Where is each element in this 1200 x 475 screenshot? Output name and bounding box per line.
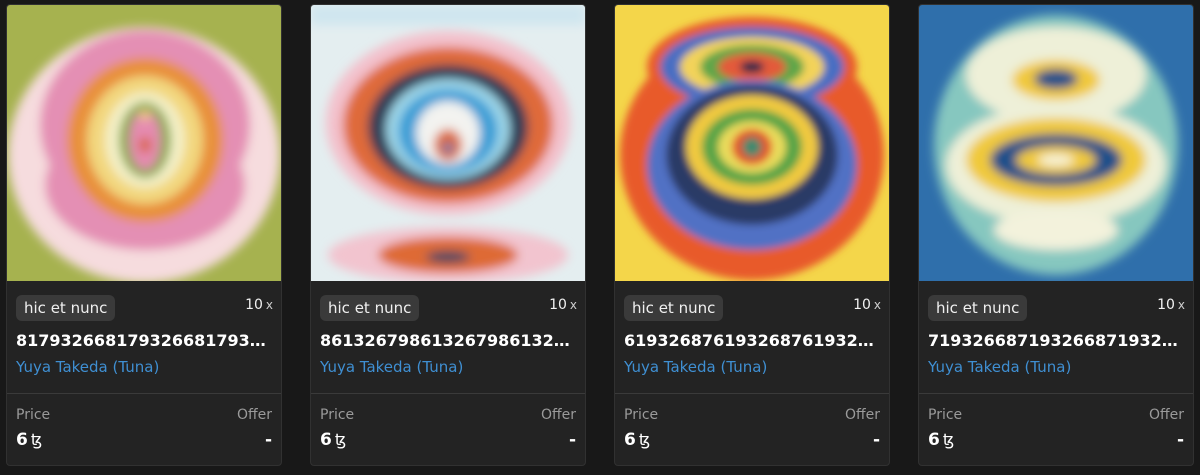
editions-number: 10 <box>853 297 871 313</box>
artwork-title[interactable]: 8613267986132679861326... <box>320 331 578 350</box>
artwork-card[interactable]: hic et nunc 10 x 8179326681793266817932..… <box>6 4 282 466</box>
price-value: 6ꜩ <box>16 430 42 450</box>
price-label: Price <box>16 407 51 423</box>
artwork-image-graphic <box>7 5 281 281</box>
artist-link[interactable]: Yuya Takeda (Tuna) <box>928 358 1071 376</box>
editions-count: 10 x <box>853 297 881 313</box>
offer-value: - <box>1176 430 1184 450</box>
editions-number: 10 <box>1157 297 1175 313</box>
artist-link[interactable]: Yuya Takeda (Tuna) <box>624 358 767 376</box>
artist-link[interactable]: Yuya Takeda (Tuna) <box>16 358 159 376</box>
artwork-title[interactable]: 6193268761932687619326... <box>624 331 882 350</box>
editions-count: 10 x <box>1157 297 1185 313</box>
price-amount: 6 <box>624 430 636 450</box>
offer-label: Offer <box>236 407 272 423</box>
editions-suffix: x <box>1177 298 1185 312</box>
artwork-image-graphic <box>311 5 585 281</box>
artwork-image-graphic <box>615 5 889 281</box>
artwork-card[interactable]: hic et nunc 10 x 6193268761932687619326..… <box>614 4 890 466</box>
editions-number: 10 <box>245 297 263 313</box>
card-footer: Price Offer 6ꜩ - <box>7 394 281 465</box>
price-value: 6ꜩ <box>928 430 954 450</box>
editions-suffix: x <box>873 298 881 312</box>
price-amount: 6 <box>320 430 332 450</box>
card-footer: Price Offer 6ꜩ - <box>919 394 1193 465</box>
artwork-image[interactable] <box>311 5 585 281</box>
artist-link[interactable]: Yuya Takeda (Tuna) <box>320 358 463 376</box>
artwork-image[interactable] <box>919 5 1193 281</box>
card-meta: hic et nunc 10 x 8179326681793266817932..… <box>7 281 281 393</box>
platform-badge[interactable]: hic et nunc <box>928 295 1028 321</box>
card-footer: Price Offer 6ꜩ - <box>615 394 889 465</box>
price-amount: 6 <box>928 430 940 450</box>
offer-label: Offer <box>540 407 576 423</box>
tez-currency-icon: ꜩ <box>30 430 43 449</box>
artwork-image[interactable] <box>615 5 889 281</box>
offer-value: - <box>264 430 272 450</box>
editions-number: 10 <box>549 297 567 313</box>
offer-value: - <box>872 430 880 450</box>
card-footer: Price Offer 6ꜩ - <box>311 394 585 465</box>
artwork-card[interactable]: hic et nunc 10 x 7193266871932668719326..… <box>918 4 1194 466</box>
artwork-image-graphic <box>919 5 1193 281</box>
price-value: 6ꜩ <box>624 430 650 450</box>
price-label: Price <box>320 407 355 423</box>
artwork-grid: hic et nunc 10 x 8179326681793266817932..… <box>0 0 1200 475</box>
artwork-card[interactable]: hic et nunc 10 x 8613267986132679861326..… <box>310 4 586 466</box>
tez-currency-icon: ꜩ <box>334 430 347 449</box>
offer-label: Offer <box>844 407 880 423</box>
platform-badge[interactable]: hic et nunc <box>16 295 116 321</box>
price-label: Price <box>928 407 963 423</box>
editions-count: 10 x <box>245 297 273 313</box>
price-amount: 6 <box>16 430 28 450</box>
card-meta: hic et nunc 10 x 8613267986132679861326..… <box>311 281 585 393</box>
platform-badge[interactable]: hic et nunc <box>320 295 420 321</box>
price-label: Price <box>624 407 659 423</box>
editions-suffix: x <box>569 298 577 312</box>
editions-count: 10 x <box>549 297 577 313</box>
artwork-image[interactable] <box>7 5 281 281</box>
artwork-title[interactable]: 8179326681793266817932... <box>16 331 274 350</box>
card-meta: hic et nunc 10 x 6193268761932687619326..… <box>615 281 889 393</box>
offer-label: Offer <box>1148 407 1184 423</box>
offer-value: - <box>568 430 576 450</box>
card-meta: hic et nunc 10 x 7193266871932668719326..… <box>919 281 1193 393</box>
artwork-title[interactable]: 7193266871932668719326... <box>928 331 1186 350</box>
editions-suffix: x <box>265 298 273 312</box>
price-value: 6ꜩ <box>320 430 346 450</box>
platform-badge[interactable]: hic et nunc <box>624 295 724 321</box>
tez-currency-icon: ꜩ <box>942 430 955 449</box>
tez-currency-icon: ꜩ <box>638 430 651 449</box>
